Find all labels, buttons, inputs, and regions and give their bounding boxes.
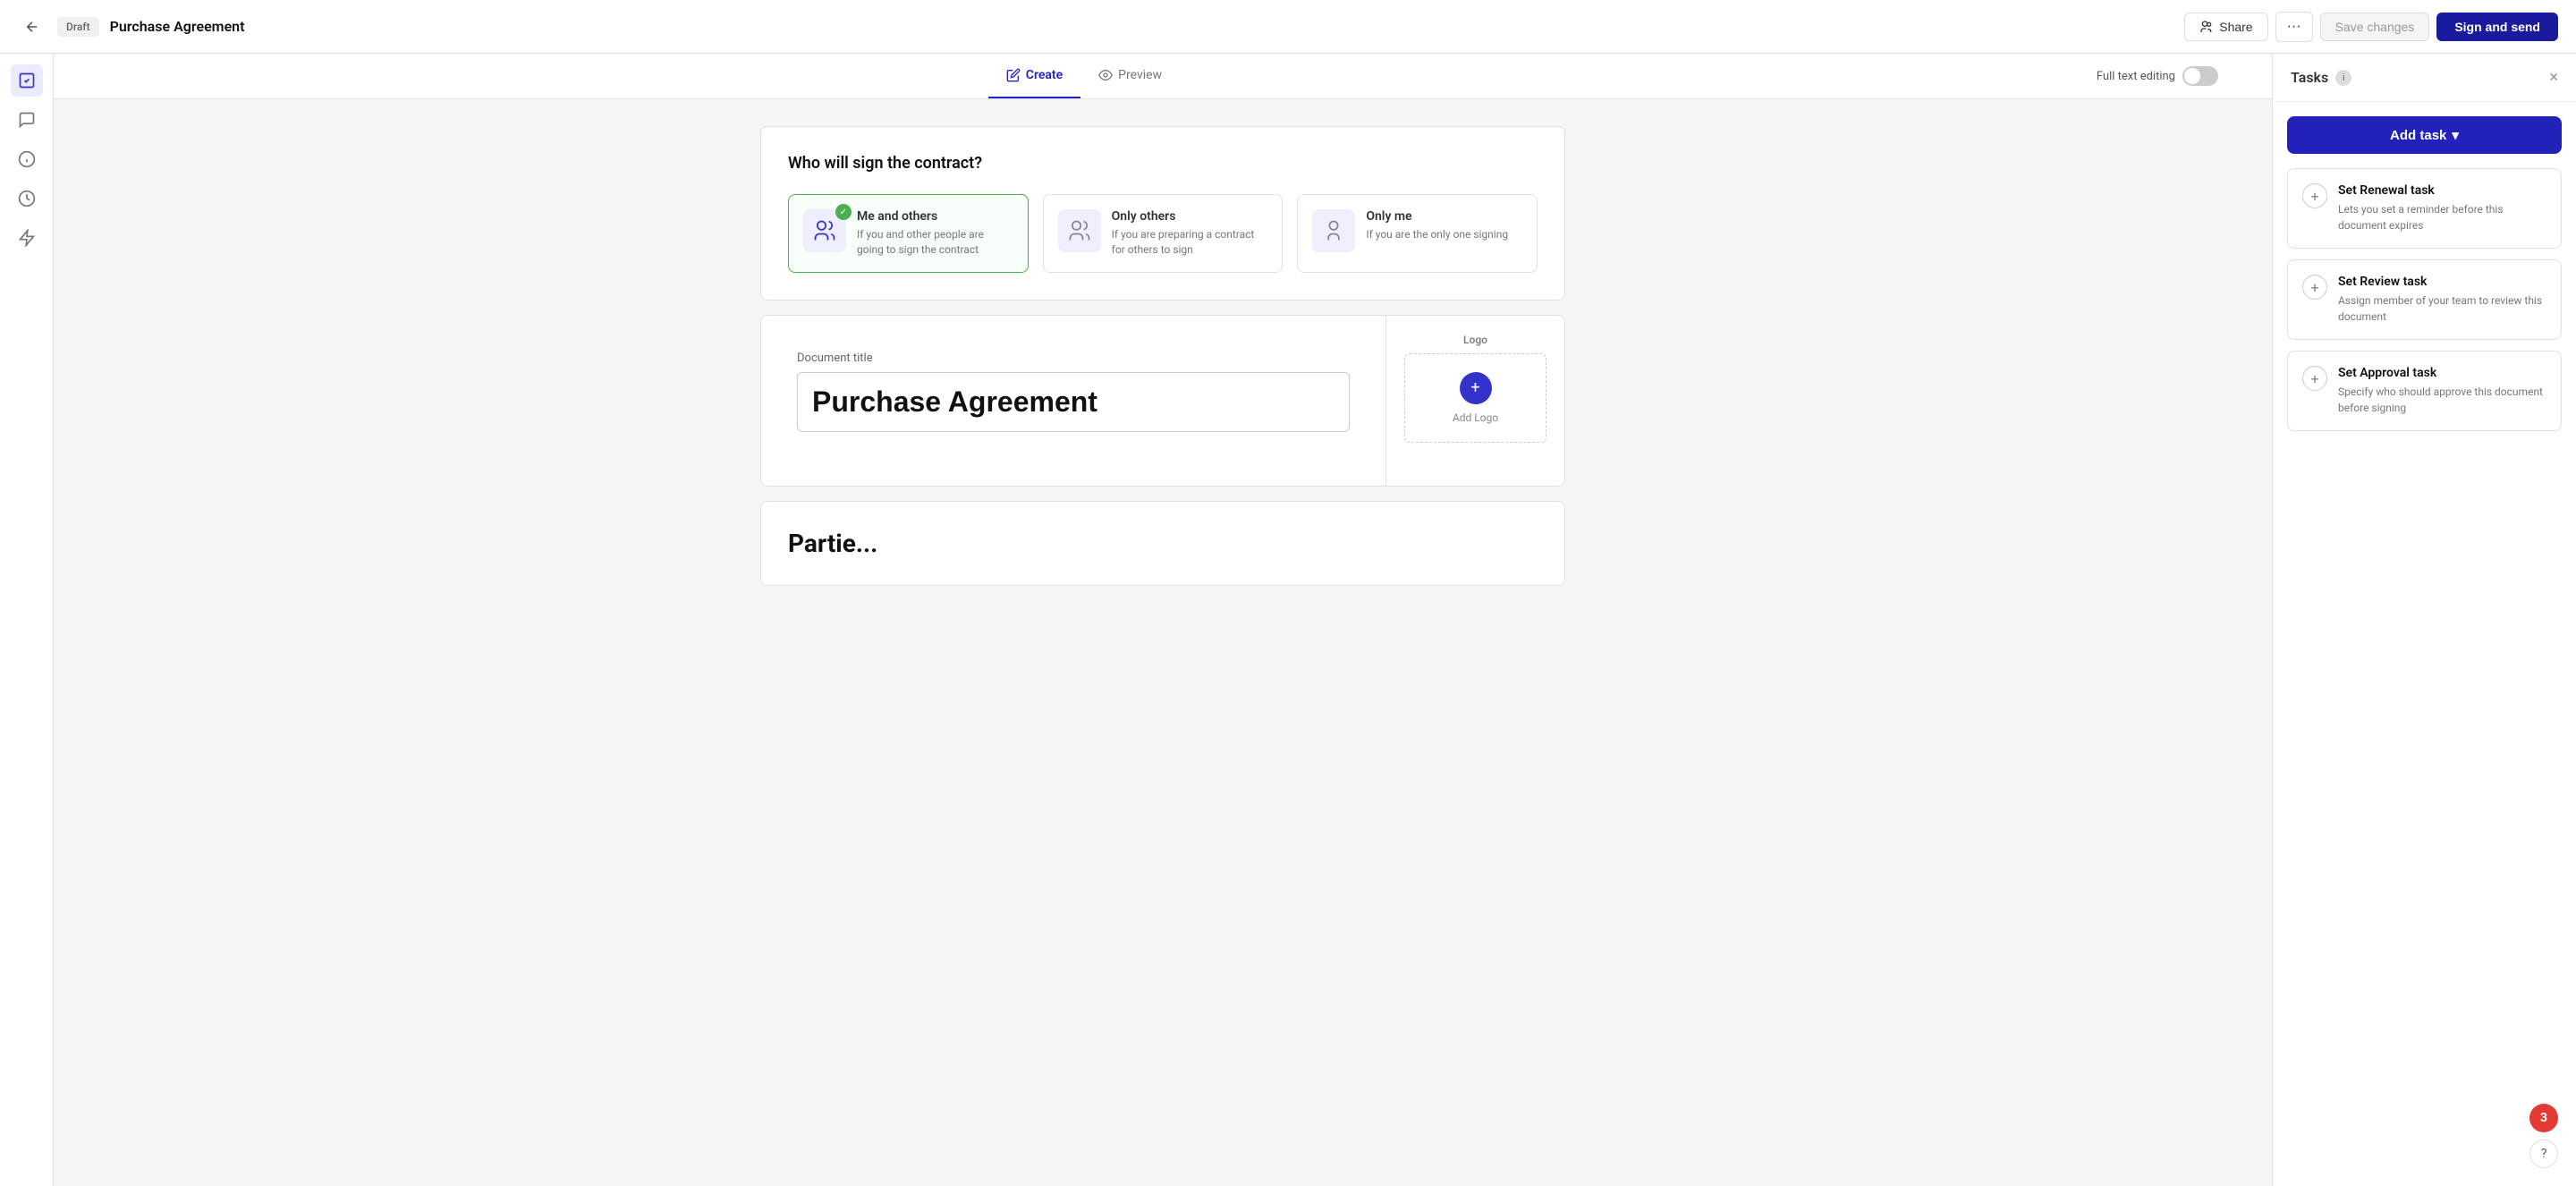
task-desc-review: Assign member of your team to review thi… [2338,292,2546,325]
more-button[interactable]: ··· [2275,12,2313,42]
option-label-only-me: Only me [1366,209,1508,224]
task-desc-renewal: Lets you set a reminder before this docu… [2338,201,2546,233]
document-container: Who will sign the contract? ✓ M [760,126,1565,586]
doc-main: Document title [761,316,1385,486]
tabs-bar: Create Preview Full text editing [54,54,2272,99]
panel-header: Tasks i × [2273,54,2576,102]
option-desc-only-me: If you are the only one signing [1366,227,1508,242]
sign-options: ✓ Me and others If you and other people … [788,194,1538,273]
doc-body: Document title Logo + Add Logo [761,316,1564,486]
draft-badge: Draft [57,17,99,37]
tab-create[interactable]: Create [988,54,1080,98]
doc-title-label: Document title [797,352,1350,365]
topbar-actions: Share ··· Save changes Sign and send [2184,12,2558,42]
task-info-review: Set Review task Assign member of your te… [2338,275,2546,325]
sign-option-only-me[interactable]: Only me If you are the only one signing [1297,194,1538,273]
back-button[interactable] [18,13,47,41]
logo-area[interactable]: + Add Logo [1404,353,1546,443]
panel-title-row: Tasks i [2291,69,2351,86]
bottom-right-area: 3 ? [2529,1104,2558,1168]
add-logo-icon: + [1460,372,1492,404]
help-button[interactable]: ? [2529,1139,2558,1168]
option-desc-only-others: If you are preparing a contract for othe… [1112,227,1268,258]
close-panel-button[interactable]: × [2549,68,2558,87]
option-text-only-me: Only me If you are the only one signing [1366,209,1508,242]
partial-section-title: Partie... [788,529,1538,558]
option-text-me-and-others: Me and others If you and other people ar… [857,209,1013,258]
task-list: + Set Renewal task Lets you set a remind… [2273,168,2576,1186]
full-text-editing-toggle: Full text editing [2079,66,2236,86]
sidebar-icon-bolt[interactable] [11,222,43,254]
main-layout: Create Preview Full text editing W [0,54,2576,1186]
task-desc-approval: Specify who should approve this document… [2338,384,2546,416]
sign-option-me-and-others[interactable]: ✓ Me and others If you and other people … [788,194,1029,273]
task-title-renewal: Set Renewal task [2338,183,2546,198]
sidebar-icon-info[interactable] [11,143,43,175]
option-icon-me-and-others: ✓ [803,209,846,252]
panel-title: Tasks [2291,69,2328,86]
option-label-only-others: Only others [1112,209,1268,224]
logo-label: Logo [1463,334,1487,346]
task-card-renewal[interactable]: + Set Renewal task Lets you set a remind… [2287,168,2562,249]
topbar: Draft Purchase Agreement Share ··· Save … [0,0,2576,54]
task-card-review[interactable]: + Set Review task Assign member of your … [2287,259,2562,340]
signing-section-title: Who will sign the contract? [788,154,1538,173]
task-add-icon-review[interactable]: + [2302,275,2327,300]
task-add-icon-renewal[interactable]: + [2302,183,2327,208]
full-text-toggle[interactable] [2182,66,2218,86]
sidebar-icon-tasks[interactable] [11,64,43,97]
task-info-approval: Set Approval task Specify who should app… [2338,366,2546,416]
share-button[interactable]: Share [2184,13,2267,41]
task-card-approval[interactable]: + Set Approval task Specify who should a… [2287,351,2562,431]
option-label-me-and-others: Me and others [857,209,1013,224]
sign-option-only-others[interactable]: Only others If you are preparing a contr… [1043,194,1284,273]
task-title-review: Set Review task [2338,275,2546,289]
sign-and-send-button[interactable]: Sign and send [2436,13,2558,41]
add-task-button[interactable]: Add task ▾ [2287,116,2562,154]
option-text-only-others: Only others If you are preparing a contr… [1112,209,1268,258]
doc-right: Logo + Add Logo [1385,316,1564,486]
tasks-panel: Tasks i × Add task ▾ + Set Renewal task … [2272,54,2576,1186]
check-badge: ✓ [835,204,852,220]
task-add-icon-approval[interactable]: + [2302,366,2327,391]
notification-badge[interactable]: 3 [2529,1104,2558,1132]
option-icon-only-others [1058,209,1101,252]
content-area: Create Preview Full text editing W [54,54,2272,1186]
option-icon-only-me [1312,209,1355,252]
tab-preview[interactable]: Preview [1080,54,1180,98]
task-title-approval: Set Approval task [2338,366,2546,380]
sidebar-icon-history[interactable] [11,182,43,215]
add-logo-label: Add Logo [1453,411,1498,424]
left-sidebar [0,54,54,1186]
document-title: Purchase Agreement [110,18,2174,35]
document-body-section: Document title Logo + Add Logo [760,315,1565,487]
option-desc-me-and-others: If you and other people are going to sig… [857,227,1013,258]
save-changes-button[interactable]: Save changes [2320,13,2430,41]
signing-section: Who will sign the contract? ✓ M [760,126,1565,301]
toggle-knob [2184,68,2200,84]
task-info-renewal: Set Renewal task Lets you set a reminder… [2338,183,2546,233]
partial-section: Partie... [760,501,1565,586]
info-icon[interactable]: i [2335,70,2351,86]
sidebar-icon-comments[interactable] [11,104,43,136]
doc-title-input[interactable] [797,372,1350,432]
